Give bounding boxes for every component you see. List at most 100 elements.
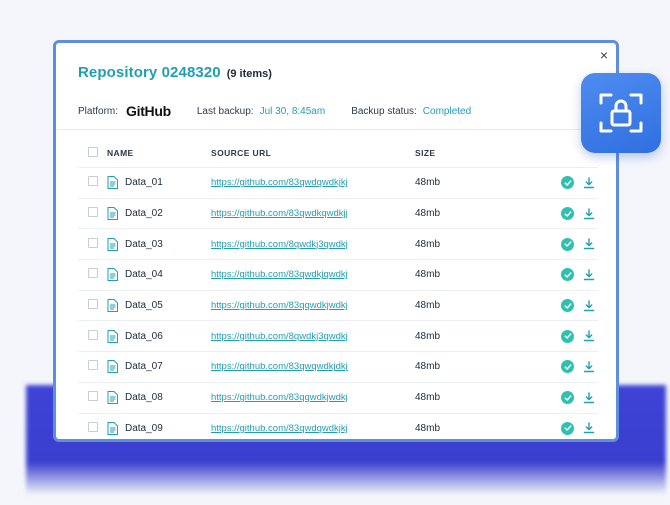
check-circle-icon [561, 329, 574, 343]
file-size: 48mb [414, 167, 544, 199]
row-checkbox[interactable] [88, 421, 98, 432]
file-name: Data_01 [125, 177, 163, 189]
file-icon [107, 391, 118, 405]
file-size: 48mb [414, 351, 544, 383]
file-icon [107, 360, 118, 374]
file-name-cell: Data_01 [107, 176, 209, 190]
check-circle-icon [561, 360, 574, 374]
check-circle-icon [561, 421, 574, 435]
row-checkbox[interactable] [88, 391, 98, 402]
file-size: 48mb [414, 320, 544, 352]
column-header-size[interactable]: SIZE [414, 139, 544, 168]
check-circle-icon [561, 299, 574, 313]
download-icon[interactable] [583, 299, 595, 312]
file-name: Data_09 [125, 422, 163, 434]
source-url-link[interactable]: https://github.com/83qwqwdkjdkj [211, 361, 348, 372]
file-name-cell: Data_03 [107, 237, 209, 251]
file-name: Data_03 [125, 238, 163, 250]
file-name: Data_08 [125, 392, 163, 404]
download-icon[interactable] [583, 330, 595, 342]
source-url-link[interactable]: https://github.com/83qwdqwdkjkj [211, 423, 348, 434]
lock-scan-icon [599, 93, 643, 133]
repository-title: Repository 0248320 [78, 64, 221, 81]
row-checkbox[interactable] [88, 268, 98, 279]
row-actions [545, 421, 597, 435]
source-url-link[interactable]: https://github.com/8qwdkj3qwdkj [211, 239, 348, 250]
repository-dialog: × Repository 0248320 (9 items) Platform:… [53, 40, 619, 444]
row-actions [545, 207, 597, 221]
file-name-cell: Data_08 [107, 391, 209, 405]
file-size: 48mb [414, 289, 544, 321]
close-icon[interactable]: × [600, 47, 608, 63]
row-checkbox[interactable] [88, 360, 98, 371]
backup-status-value: Completed [422, 105, 472, 117]
row-checkbox[interactable] [88, 329, 98, 340]
table-row[interactable]: Data_09 https://github.com/83qwdqwdkjkj … [78, 412, 598, 444]
file-name-cell: Data_04 [107, 268, 209, 282]
download-icon[interactable] [583, 177, 595, 189]
file-icon [107, 421, 118, 435]
source-url-link[interactable]: https://github.com/8qwdkj3qwdkj [211, 331, 348, 342]
source-url-link[interactable]: https://github.com/83qwdkjqwdkj [211, 269, 348, 280]
download-icon[interactable] [583, 391, 595, 404]
file-icon [107, 237, 118, 251]
source-url-link[interactable]: https://github.com/83qqwdkjwdkj [211, 300, 348, 311]
file-name: Data_05 [125, 300, 163, 312]
file-name-cell: Data_07 [107, 360, 209, 374]
table-row[interactable]: Data_07 https://github.com/83qwqwdkjdkj … [78, 351, 598, 383]
table-row[interactable]: Data_05 https://github.com/83qqwdkjwdkj … [78, 289, 598, 321]
table-row[interactable]: Data_01 https://github.com/83qwdqwdkjkj … [78, 167, 598, 199]
table-row[interactable]: Data_02 https://github.com/83qwdkqwdkjj … [78, 197, 598, 229]
download-icon[interactable] [583, 361, 595, 373]
file-name: Data_07 [125, 361, 163, 373]
dialog-header: Repository 0248320 (9 items) [78, 64, 272, 81]
row-checkbox[interactable] [88, 237, 98, 248]
check-circle-icon [561, 176, 574, 190]
row-checkbox[interactable] [88, 207, 98, 218]
row-actions [545, 329, 597, 343]
file-size: 48mb [414, 412, 544, 444]
file-name: Data_02 [125, 208, 163, 220]
download-icon[interactable] [583, 422, 595, 434]
source-url-link[interactable]: https://github.com/83qwdqwdkjkj [211, 177, 348, 188]
download-icon[interactable] [583, 207, 595, 220]
check-circle-icon [561, 391, 574, 405]
row-actions [545, 237, 597, 251]
file-icon [107, 329, 118, 343]
lock-badge [581, 73, 661, 153]
row-actions [545, 360, 597, 374]
file-name: Data_04 [125, 269, 163, 281]
file-icon [107, 268, 118, 282]
source-url-link[interactable]: https://github.com/83qwdkqwdkjj [211, 208, 348, 219]
download-icon[interactable] [583, 238, 595, 250]
select-all-checkbox[interactable] [88, 147, 98, 157]
table-row[interactable]: Data_03 https://github.com/8qwdkj3qwdkj … [78, 228, 598, 260]
header-divider [56, 129, 616, 130]
file-icon [107, 176, 118, 190]
table-row[interactable]: Data_08 https://github.com/83qqwdkjwdkj … [78, 381, 598, 413]
file-icon [107, 299, 118, 313]
source-url-link[interactable]: https://github.com/83qqwdkjwdkj [211, 392, 348, 403]
last-backup-value: Jul 30, 8:45am [259, 105, 326, 117]
file-name: Data_06 [125, 330, 163, 342]
file-name-cell: Data_05 [107, 299, 209, 313]
column-header-url[interactable]: SOURCE URL [210, 139, 414, 168]
file-name-cell: Data_02 [107, 207, 209, 221]
check-circle-icon [561, 268, 574, 282]
check-circle-icon [561, 237, 574, 251]
file-size: 48mb [414, 259, 544, 291]
file-size: 48mb [414, 381, 544, 413]
download-icon[interactable] [583, 269, 595, 281]
repository-meta: Platform: GitHub Last backup: Jul 30, 8:… [78, 103, 471, 119]
row-actions [545, 391, 597, 405]
file-icon [107, 207, 118, 221]
table-row[interactable]: Data_04 https://github.com/83qwdkjqwdkj … [78, 259, 598, 291]
table-row[interactable]: Data_06 https://github.com/8qwdkj3qwdkj … [78, 320, 598, 352]
column-header-name[interactable]: NAME [106, 139, 210, 168]
backup-status-label: Backup status: [351, 105, 417, 117]
github-logo: GitHub [126, 103, 171, 119]
row-checkbox[interactable] [88, 299, 98, 310]
row-checkbox[interactable] [88, 176, 98, 187]
file-size: 48mb [414, 228, 544, 260]
check-circle-icon [561, 207, 574, 221]
